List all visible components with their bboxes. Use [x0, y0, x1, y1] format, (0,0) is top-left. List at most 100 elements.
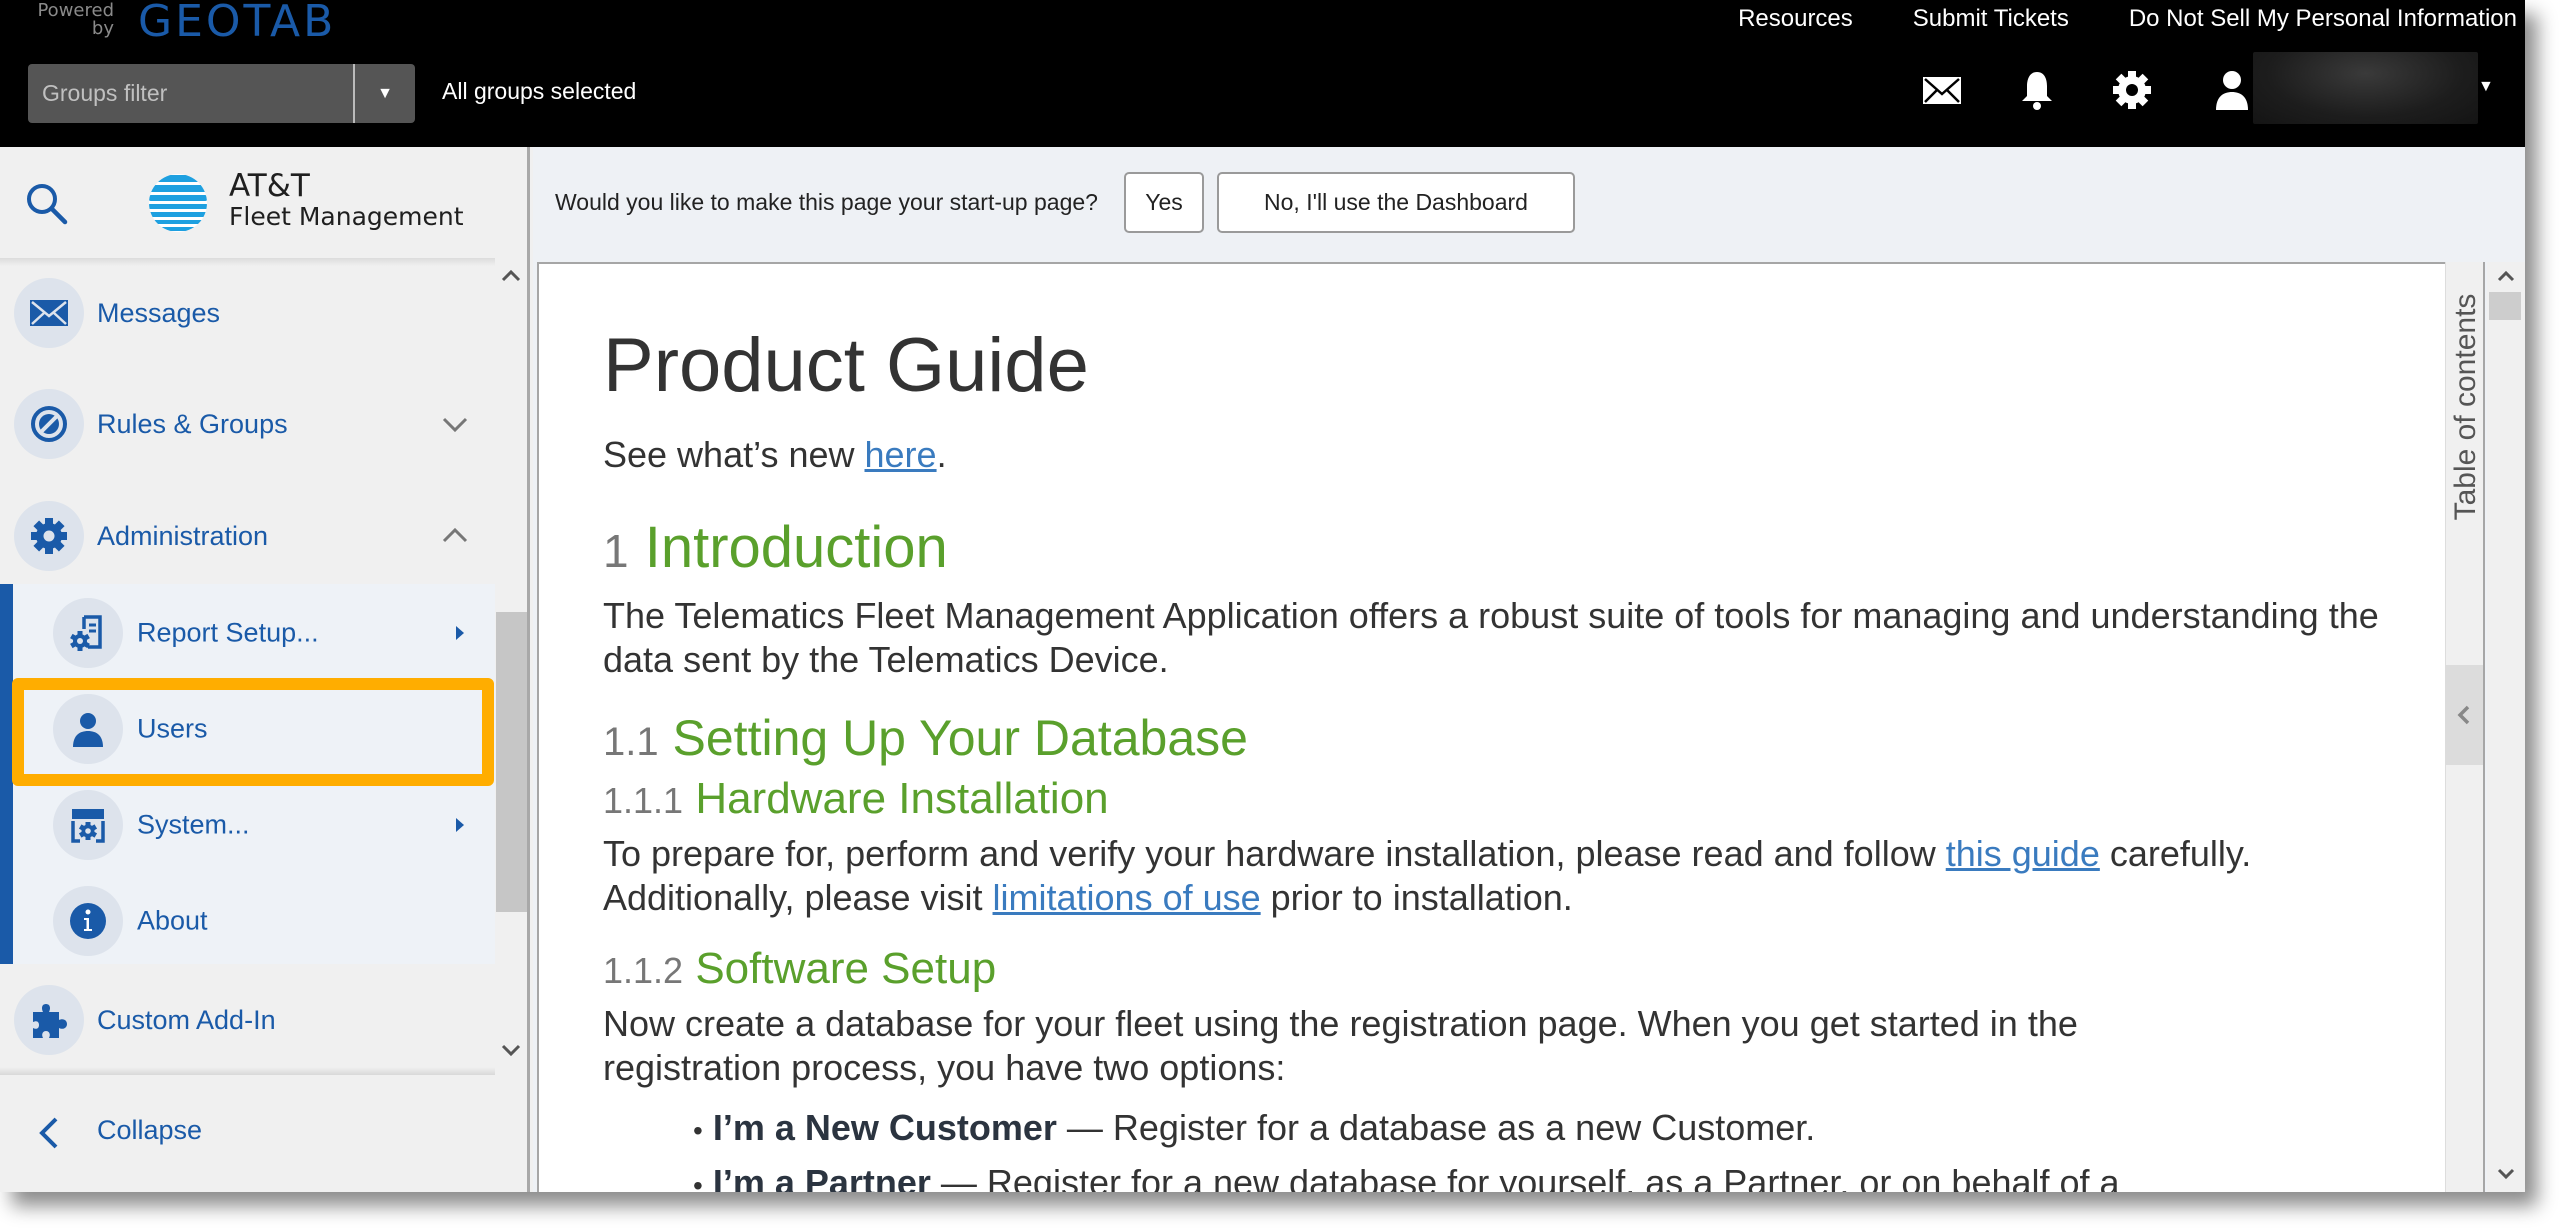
sidebar-item-label: Users	[137, 713, 208, 744]
table-of-contents-tab[interactable]: Table of contents	[2448, 282, 2484, 532]
nav-icon-circle	[14, 278, 84, 348]
sidebar-header: AT&T Fleet Management	[0, 147, 527, 258]
section-number: 1.1.1	[603, 780, 684, 821]
this-guide-link[interactable]: this guide	[1946, 833, 2100, 874]
section-heading-setting-up-database: 1.1 Setting Up Your Database	[603, 709, 1248, 767]
gear-icon	[31, 518, 67, 554]
att-globe-logo	[149, 174, 207, 232]
period: .	[936, 434, 947, 475]
section-number: 1	[603, 525, 629, 577]
document-scrollbar[interactable]	[2487, 262, 2525, 1192]
user-icon[interactable]	[2210, 68, 2254, 112]
sidebar-item-label: Administration	[97, 520, 269, 551]
product-guide-content[interactable]: Product Guide See what’s new here. 1 Int…	[537, 262, 2445, 1192]
system-icon	[71, 809, 105, 843]
info-icon	[70, 903, 106, 939]
sidebar-scrollbar-thumb[interactable]	[496, 612, 527, 912]
sidebar-item-custom-add-in[interactable]: Custom Add-In	[0, 970, 495, 1070]
software-paragraph: Now create a database for your fleet usi…	[603, 1003, 2078, 1088]
nav-icon-circle	[53, 694, 123, 764]
submit-tickets-link[interactable]: Submit Tickets	[1913, 4, 2069, 34]
sidebar-item-rules-groups[interactable]: Rules & Groups	[0, 374, 495, 474]
sidebar-scroll-up-icon[interactable]	[498, 266, 524, 286]
limitations-of-use-link[interactable]: limitations of use	[993, 877, 1261, 918]
sidebar-nav[interactable]: Messages Rules & Groups Administration R…	[0, 258, 527, 1075]
user-icon	[73, 713, 103, 747]
option-title: I’m a New Customer	[712, 1107, 1057, 1148]
submenu-active-bar	[0, 584, 13, 964]
options-list: I’m a New Customer — Register for a data…	[693, 1102, 2120, 1192]
option-title: I’m a Partner	[712, 1162, 931, 1192]
toc-expand-button[interactable]	[2445, 665, 2483, 765]
sidebar-subitem-system[interactable]: System...	[13, 777, 495, 873]
startup-prompt-text: Would you like to make this page your st…	[555, 189, 1098, 215]
resources-link[interactable]: Resources	[1738, 4, 1853, 34]
section-heading-introduction: 1 Introduction	[603, 514, 948, 581]
do-not-sell-link[interactable]: Do Not Sell My Personal Information	[2129, 4, 2517, 34]
sidebar-item-label: Rules & Groups	[97, 408, 288, 439]
rules-icon	[31, 406, 67, 442]
submenu-arrow-icon	[456, 626, 464, 640]
scroll-up-icon[interactable]	[2487, 264, 2525, 288]
att-logo-subtitle: Fleet Management	[229, 202, 464, 231]
section-heading-hardware-installation: 1.1.1 Hardware Installation	[603, 774, 1109, 824]
groups-filter-dropdown-button[interactable]: ▼	[353, 64, 415, 123]
report-setup-icon	[70, 615, 102, 651]
geotab-logo: GEOTAB	[138, 0, 337, 47]
nav-icon-circle	[53, 886, 123, 956]
page-title: Product Guide	[603, 323, 1089, 408]
nav-icon-circle	[14, 389, 84, 459]
list-item: I’m a Partner — Register for a new datab…	[693, 1157, 2120, 1192]
use-dashboard-button[interactable]: No, I'll use the Dashboard	[1217, 172, 1575, 233]
section-title: Setting Up Your Database	[672, 710, 1248, 766]
sidebar-scroll-down-icon[interactable]	[498, 1040, 524, 1060]
scroll-down-icon[interactable]	[2487, 1162, 2525, 1186]
hardware-paragraph: To prepare for, perform and verify your …	[603, 832, 2263, 920]
sidebar: AT&T Fleet Management Messages Rules & G…	[0, 147, 530, 1192]
collapse-label: Collapse	[97, 1115, 203, 1145]
user-menu-caret[interactable]: ▼	[2478, 78, 2494, 96]
search-icon[interactable]	[22, 179, 72, 229]
sidebar-item-administration[interactable]: Administration	[0, 486, 495, 586]
groups-filter-input[interactable]: Groups filter	[28, 64, 353, 123]
sidebar-subitem-report-setup[interactable]: Report Setup...	[13, 585, 495, 681]
top-header: Powered by GEOTAB Resources Submit Ticke…	[0, 0, 2525, 147]
sidebar-item-label: Report Setup...	[137, 617, 319, 648]
chevron-up-icon[interactable]	[440, 521, 470, 551]
sidebar-item-label: System...	[137, 809, 250, 840]
section-title: Introduction	[644, 515, 948, 580]
chevron-down-icon[interactable]	[440, 409, 470, 439]
chevron-left-icon	[39, 1117, 58, 1149]
bell-icon[interactable]	[2015, 68, 2059, 112]
section-heading-software-setup: 1.1.2 Software Setup	[603, 944, 996, 994]
whats-new-text: See what’s new	[603, 434, 865, 475]
sidebar-item-label: About	[137, 905, 208, 936]
whats-new-link[interactable]: here	[865, 434, 937, 475]
intro-paragraph: The Telematics Fleet Management Applicat…	[603, 595, 2379, 680]
collapse-button[interactable]: Collapse	[0, 1075, 527, 1192]
powered-by-label: Powered by	[30, 2, 114, 38]
text: prior to installation.	[1260, 877, 1573, 918]
document-scrollbar-thumb[interactable]	[2489, 292, 2521, 320]
app-window: Powered by GEOTAB Resources Submit Ticke…	[0, 0, 2525, 1192]
section-title: Software Setup	[695, 944, 997, 993]
yes-button[interactable]: Yes	[1124, 172, 1204, 233]
top-links: Resources Submit Tickets Do Not Sell My …	[1738, 4, 2517, 34]
gear-icon[interactable]	[2110, 68, 2154, 112]
sidebar-item-messages[interactable]: Messages	[0, 263, 495, 363]
main-panel: Would you like to make this page your st…	[533, 147, 2525, 1192]
user-name-redacted[interactable]	[2253, 52, 2478, 124]
sidebar-subitem-users[interactable]: Users	[13, 681, 495, 777]
sidebar-subitem-about[interactable]: About	[13, 873, 495, 969]
groups-filter[interactable]: Groups filter ▼	[28, 64, 415, 123]
by-line: by	[91, 18, 114, 39]
att-logo-title: AT&T	[229, 168, 310, 204]
submenu-arrow-icon	[456, 818, 464, 832]
section-number: 1.1.2	[603, 950, 684, 991]
mail-icon[interactable]	[1920, 68, 1964, 112]
section-number: 1.1	[603, 720, 659, 764]
groups-status: All groups selected	[442, 78, 637, 104]
nav-icon-circle	[53, 790, 123, 860]
sidebar-item-label: Custom Add-In	[97, 1004, 276, 1035]
envelope-icon	[30, 300, 68, 326]
